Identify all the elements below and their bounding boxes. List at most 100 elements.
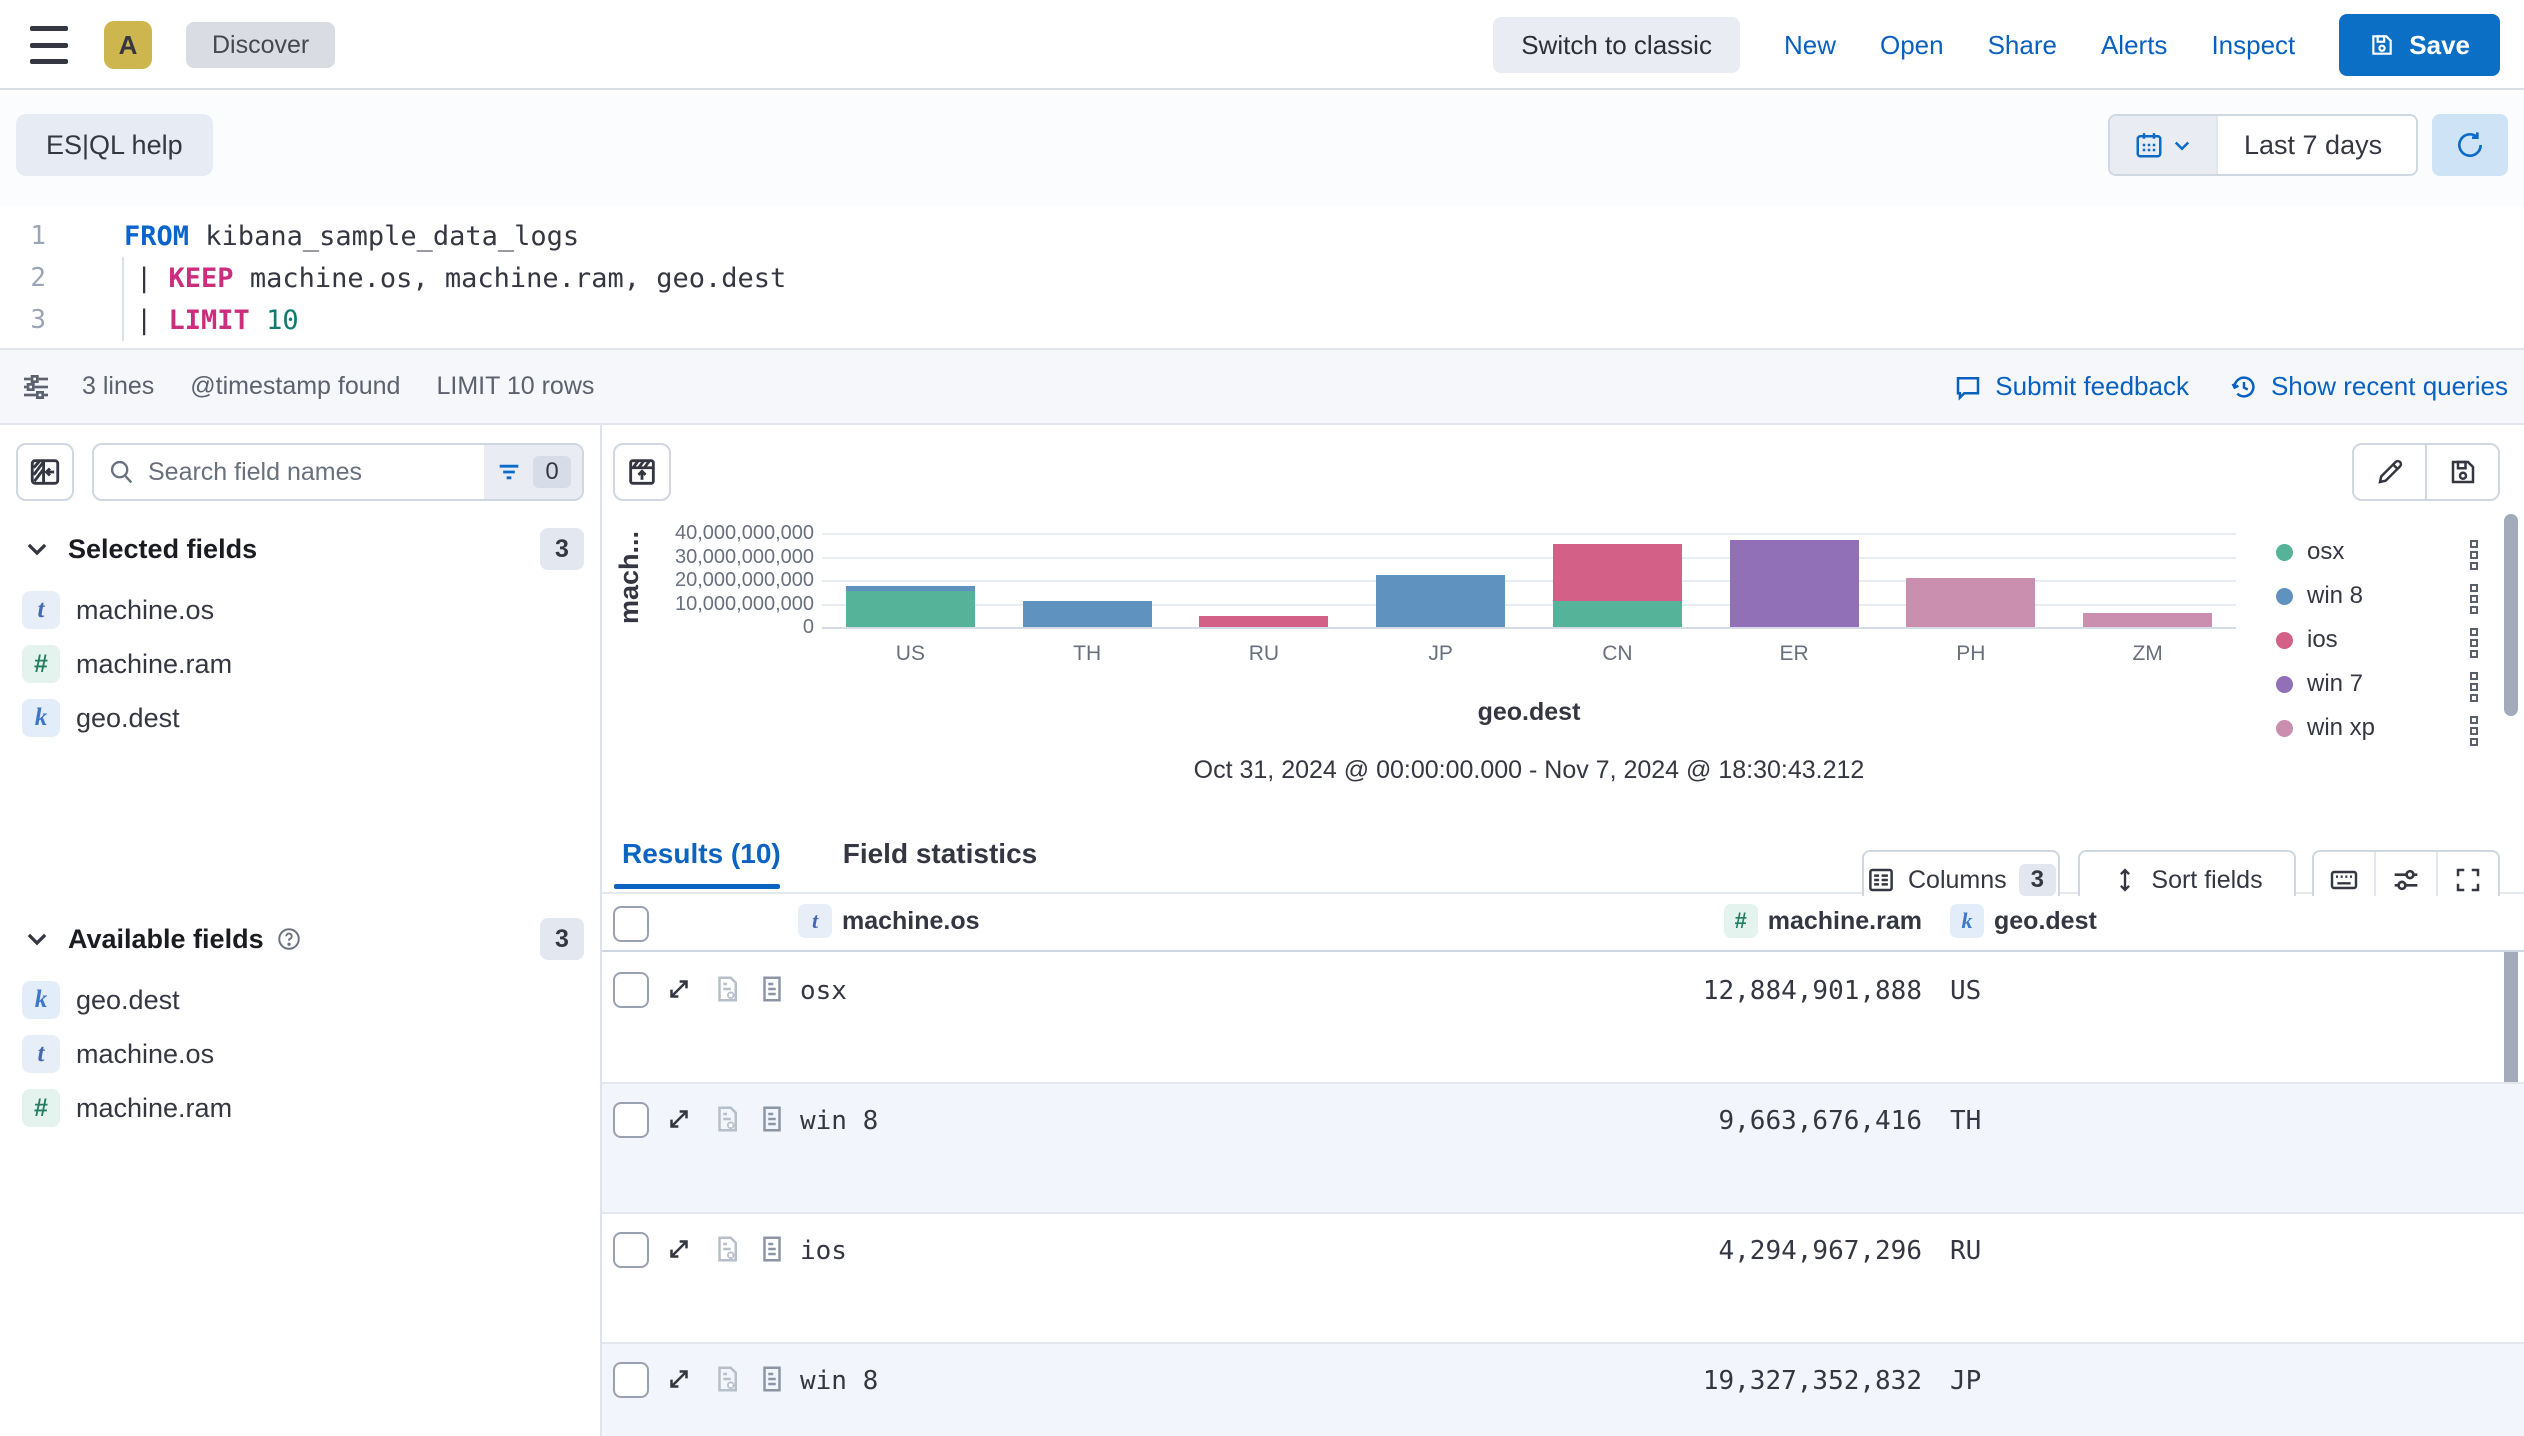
tab-field-statistics[interactable]: Field statistics xyxy=(843,838,1038,870)
field-list-item[interactable]: #machine.ram xyxy=(0,1081,600,1135)
bar-PH xyxy=(1883,533,2060,627)
field-list-item[interactable]: tmachine.os xyxy=(0,1027,600,1081)
row-select-checkbox[interactable] xyxy=(613,1232,649,1268)
tab-results[interactable]: Results (10) xyxy=(622,838,781,870)
sort-updown-icon xyxy=(2111,866,2139,894)
degraded-doc-icon[interactable] xyxy=(712,1104,742,1137)
collapse-sidebar-icon[interactable] xyxy=(16,443,74,501)
legend-actions-handle[interactable] xyxy=(2470,716,2478,746)
bar-JP xyxy=(1352,533,1529,627)
search-input[interactable] xyxy=(148,458,470,487)
chart-legend: osx win 8 ios win 7 win xp xyxy=(2276,540,2512,760)
row-select-checkbox[interactable] xyxy=(613,1102,649,1138)
bar-ZM xyxy=(2059,533,2236,627)
timestamp-found: @timestamp found xyxy=(190,372,400,401)
bar-segment-ios-RU[interactable] xyxy=(1199,616,1328,627)
field-list-item[interactable]: #machine.ram xyxy=(0,637,600,691)
cell-machine-os: win 8 xyxy=(800,1366,878,1396)
space-avatar[interactable]: A xyxy=(104,21,152,69)
text-field-token: t xyxy=(22,591,60,629)
expand-row-icon[interactable] xyxy=(664,1104,694,1137)
filter-icon xyxy=(495,458,523,486)
field-filter-button[interactable]: 0 xyxy=(484,445,582,499)
expand-row-icon[interactable] xyxy=(664,1364,694,1397)
select-all-checkbox[interactable] xyxy=(613,906,649,942)
legend-item-ios[interactable]: ios xyxy=(2276,628,2512,652)
bar-segment-win-8-JP[interactable] xyxy=(1376,575,1505,627)
menu-icon[interactable] xyxy=(26,24,72,66)
expand-row-icon[interactable] xyxy=(664,1234,694,1267)
bar-segment-osx-CN[interactable] xyxy=(1553,601,1682,627)
field-list-item[interactable]: tmachine.os xyxy=(0,583,600,637)
code-line-1: FROM kibana_sample_data_logs xyxy=(124,221,579,252)
view-details-icon[interactable] xyxy=(757,1104,787,1137)
expand-row-icon[interactable] xyxy=(664,974,694,1007)
row-select-checkbox[interactable] xyxy=(613,1362,649,1398)
field-list-item[interactable]: kgeo.dest xyxy=(0,973,600,1027)
view-details-icon[interactable] xyxy=(757,974,787,1007)
selected-fields-accordion[interactable]: Selected fields 3 xyxy=(0,527,600,571)
discover-app: A Discover Switch to classic New Open Sh… xyxy=(0,0,2524,1436)
available-fields-accordion[interactable]: Available fields 3 xyxy=(0,917,600,961)
switch-to-classic-button[interactable]: Switch to classic xyxy=(1493,17,1740,73)
hide-chart-icon[interactable] xyxy=(613,443,671,501)
field-name: machine.ram xyxy=(76,649,232,680)
time-range-value[interactable]: Last 7 days xyxy=(2216,116,2416,174)
column-header-machine-os[interactable]: t machine.os xyxy=(798,904,980,938)
save-button[interactable]: Save xyxy=(2339,14,2500,76)
share-button[interactable]: Share xyxy=(1988,30,2057,61)
legend-actions-handle[interactable] xyxy=(2470,540,2478,570)
esql-editor[interactable]: 1 FROM kibana_sample_data_logs 2 | KEEP … xyxy=(0,205,2524,348)
columns-count-badge: 3 xyxy=(2019,864,2056,896)
refresh-button[interactable] xyxy=(2432,114,2508,176)
view-details-icon[interactable] xyxy=(757,1234,787,1267)
submit-feedback-button[interactable]: Submit feedback xyxy=(1953,371,2189,402)
row-select-checkbox[interactable] xyxy=(613,972,649,1008)
column-header-machine-ram[interactable]: # machine.ram xyxy=(1724,904,1922,938)
degraded-doc-icon[interactable] xyxy=(712,1234,742,1267)
number-field-token: # xyxy=(1724,904,1758,938)
code-line-2: | KEEP machine.os, machine.ram, geo.dest xyxy=(136,263,786,294)
legend-item-osx[interactable]: osx xyxy=(2276,540,2512,564)
bar-segment-ios-CN[interactable] xyxy=(1553,544,1682,602)
esql-help-button[interactable]: ES|QL help xyxy=(16,114,213,176)
column-header-geo-dest[interactable]: k geo.dest xyxy=(1950,904,2097,938)
degraded-doc-icon[interactable] xyxy=(712,974,742,1007)
table-row: win 89,663,676,416TH xyxy=(602,1084,2524,1214)
legend-actions-handle[interactable] xyxy=(2470,628,2478,658)
inspect-button[interactable]: Inspect xyxy=(2211,30,2295,61)
legend-item-win-7[interactable]: win 7 xyxy=(2276,672,2512,696)
bar-segment-osx-US[interactable] xyxy=(846,591,975,627)
chart-plot-area xyxy=(822,533,2236,627)
breadcrumb[interactable]: Discover xyxy=(186,22,335,68)
help-question-icon[interactable] xyxy=(276,926,302,952)
open-button[interactable]: Open xyxy=(1880,30,1944,61)
bar-segment-win-7-ER[interactable] xyxy=(1730,540,1859,627)
new-button[interactable]: New xyxy=(1784,30,1836,61)
field-name: machine.ram xyxy=(76,1093,232,1124)
view-details-icon[interactable] xyxy=(757,1364,787,1397)
table-row: osx12,884,901,888US xyxy=(602,954,2524,1084)
legend-item-win-8[interactable]: win 8 xyxy=(2276,584,2512,608)
edit-visualization-icon[interactable] xyxy=(2354,445,2427,499)
legend-actions-handle[interactable] xyxy=(2470,584,2478,614)
show-recent-queries-button[interactable]: Show recent queries xyxy=(2229,371,2508,402)
query-bar: ES|QL help Last 7 days xyxy=(0,92,2524,205)
legend-item-win-xp[interactable]: win xp xyxy=(2276,716,2512,740)
query-settings-icon[interactable] xyxy=(20,371,52,403)
columns-table-icon xyxy=(1866,865,1896,895)
bar-segment-win-8-TH[interactable] xyxy=(1023,601,1152,627)
chart-scrollbar[interactable] xyxy=(2504,514,2518,716)
time-picker-quick-menu[interactable] xyxy=(2110,116,2216,174)
save-visualization-icon[interactable] xyxy=(2427,445,2498,499)
active-tab-underline xyxy=(614,884,780,889)
refresh-icon xyxy=(2454,129,2486,161)
speech-bubble-icon xyxy=(1953,372,1983,402)
alerts-button[interactable]: Alerts xyxy=(2101,30,2167,61)
degraded-doc-icon[interactable] xyxy=(712,1364,742,1397)
field-list-item[interactable]: kgeo.dest xyxy=(0,691,600,745)
bar-segment-win-xp-PH[interactable] xyxy=(1906,578,2035,627)
legend-actions-handle[interactable] xyxy=(2470,672,2478,702)
cell-machine-ram: 12,884,901,888 xyxy=(1703,976,1922,1006)
bar-segment-win-xp-ZM[interactable] xyxy=(2083,613,2212,627)
